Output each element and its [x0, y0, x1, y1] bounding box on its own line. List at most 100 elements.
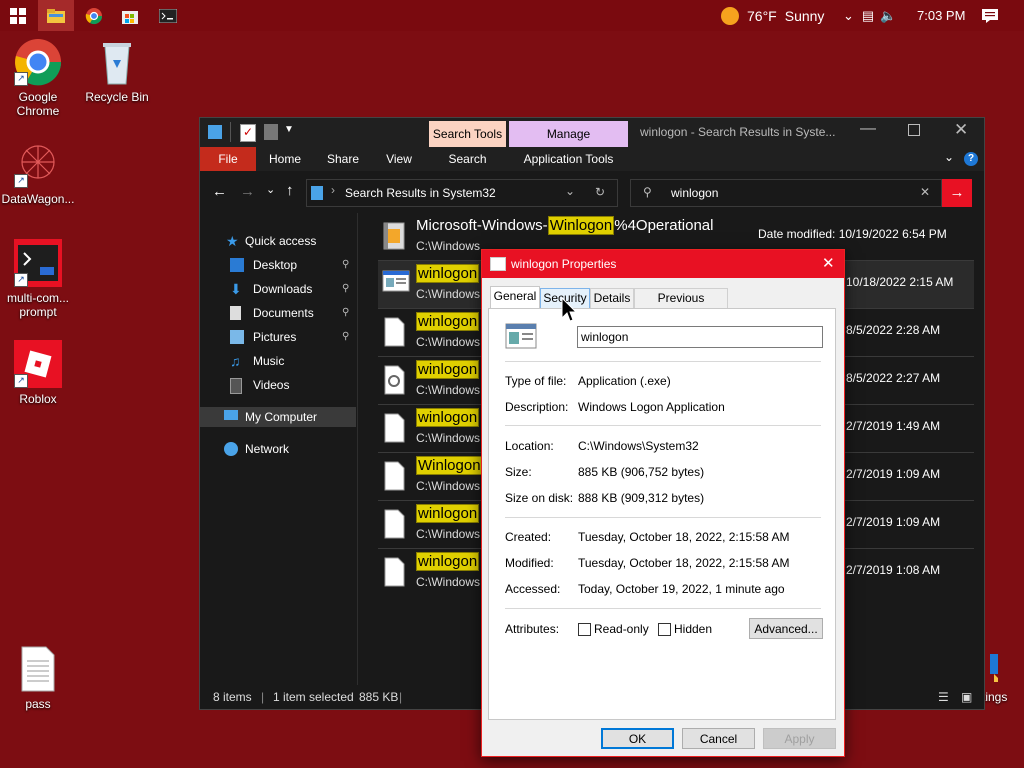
clear-search-icon[interactable]: ✕	[920, 185, 930, 199]
desktop-icon-datawagon[interactable]: ↗ DataWagon...	[0, 140, 76, 206]
readonly-checkbox[interactable]	[578, 623, 591, 636]
pin-icon[interactable]: ⚲	[342, 279, 349, 299]
nav-pictures[interactable]: Pictures ⚲	[200, 327, 356, 347]
help-icon[interactable]: ?	[964, 152, 978, 166]
readonly-label[interactable]: Read-only	[594, 622, 649, 636]
tab-details[interactable]: Details	[590, 288, 634, 308]
store-icon	[122, 10, 138, 24]
size-label: Size:	[505, 465, 532, 479]
search-highlight: Winlogon	[416, 456, 483, 475]
chevron-up-icon[interactable]: ⌄	[843, 8, 854, 24]
maximize-button[interactable]	[908, 124, 920, 136]
tab-manage-context[interactable]: Manage	[509, 121, 628, 147]
notifications-icon[interactable]	[982, 0, 998, 31]
advanced-button[interactable]: Advanced...	[749, 618, 823, 639]
file-name: winlogon	[416, 408, 480, 427]
clock[interactable]: 7:03 PM	[917, 0, 965, 31]
tab-file[interactable]: File	[200, 147, 256, 171]
filename-field[interactable]: winlogon	[577, 326, 823, 348]
tab-view[interactable]: View	[374, 147, 424, 171]
tab-search[interactable]: Search	[429, 147, 506, 171]
nav-videos[interactable]: Videos	[200, 375, 356, 395]
hidden-checkbox[interactable]	[658, 623, 671, 636]
address-bar[interactable]: › Search Results in System32 ⌄ ↻	[306, 179, 618, 207]
chrome-icon: ↗	[14, 38, 62, 86]
desktop-icon-chrome[interactable]: ↗ Google Chrome	[0, 38, 76, 118]
properties-qat-icon[interactable]: ✓	[240, 124, 256, 142]
taskbar-chrome[interactable]	[76, 0, 112, 31]
desktop-icon-roblox[interactable]: ↗ Roblox	[0, 340, 76, 406]
up-arrow-icon[interactable]: ↑	[286, 182, 294, 199]
file-icon	[382, 557, 406, 587]
desktop-icon-multi-command-prompt[interactable]: ↗ multi-com... prompt	[0, 239, 76, 319]
size-value: 885 KB (906,752 bytes)	[578, 465, 705, 479]
nav-my-computer[interactable]: My Computer	[200, 407, 356, 427]
tab-home[interactable]: Home	[260, 147, 310, 171]
tab-search-tools-context[interactable]: Search Tools	[429, 121, 506, 147]
details-view-icon[interactable]: ☰	[938, 685, 949, 709]
taskbar-file-explorer[interactable]	[38, 0, 74, 31]
weather-temp: 76°F	[747, 7, 777, 24]
cancel-button[interactable]: Cancel	[682, 728, 755, 749]
start-button[interactable]	[0, 0, 36, 31]
desktop-icon-recycle-bin[interactable]: Recycle Bin	[79, 38, 155, 104]
accessed-value: Today, October 19, 2022, 1 minute ago	[578, 582, 785, 596]
recent-locations-icon[interactable]: ⌄	[266, 183, 275, 196]
nav-desktop[interactable]: Desktop ⚲	[200, 255, 356, 275]
qat-dropdown-icon[interactable]: ▼	[284, 124, 294, 135]
desktop-icon-label: pass	[25, 697, 51, 711]
hidden-label[interactable]: Hidden	[674, 622, 712, 636]
taskbar-terminal[interactable]	[150, 0, 186, 31]
selected-size: 885 KB	[359, 690, 399, 704]
search-highlight: winlogon	[416, 408, 480, 427]
file-icon	[382, 317, 406, 347]
search-highlight: winlogon	[416, 360, 480, 379]
tab-previous-versions[interactable]: Previous Versions	[634, 288, 728, 324]
close-button[interactable]: ✕	[822, 254, 835, 272]
breadcrumb[interactable]: Search Results in System32	[345, 186, 496, 200]
ok-button[interactable]: OK	[601, 728, 674, 749]
back-arrow-icon[interactable]: ←	[212, 183, 227, 200]
pin-icon[interactable]: ⚲	[342, 255, 349, 275]
nav-quick-access[interactable]: ★ Quick access	[200, 231, 356, 251]
refresh-icon[interactable]: ↻	[595, 185, 605, 199]
nav-music[interactable]: ♫ Music	[200, 351, 356, 371]
attributes-label: Attributes:	[505, 622, 560, 636]
taskbar-store[interactable]	[112, 0, 148, 31]
search-icon: ⚲	[643, 185, 652, 199]
tab-general[interactable]: General	[490, 286, 540, 309]
tab-application-tools[interactable]: Application Tools	[509, 147, 628, 171]
file-icon	[382, 413, 406, 443]
minimize-button[interactable]: —	[860, 120, 876, 138]
date-modified: 2/7/2019 1:09 AM	[846, 515, 941, 529]
sun-icon	[721, 6, 739, 25]
ribbon-collapse-icon[interactable]: ⌄	[944, 150, 954, 164]
file-path: C:\Windows	[416, 479, 481, 493]
forward-arrow-icon[interactable]: →	[240, 183, 255, 200]
new-folder-qat-icon[interactable]	[264, 124, 278, 140]
desktop-icon	[230, 258, 244, 272]
nav-documents[interactable]: Documents ⚲	[200, 303, 356, 323]
desktop-icon-pass[interactable]: pass	[0, 645, 76, 711]
nav-network[interactable]: Network	[200, 439, 356, 459]
address-dropdown-icon[interactable]: ⌄	[565, 184, 575, 198]
search-input[interactable]: winlogon	[671, 186, 718, 200]
pin-icon[interactable]: ⚲	[342, 303, 349, 323]
volume-icon[interactable]: 🔈	[880, 8, 896, 24]
file-name: winlogon	[416, 360, 480, 379]
search-go-button[interactable]: →	[942, 179, 972, 207]
search-box[interactable]: ⚲ winlogon ✕	[630, 179, 942, 207]
network-icon[interactable]: ▤	[862, 8, 874, 24]
large-icons-view-icon[interactable]: ▣	[961, 685, 972, 709]
pin-icon[interactable]: ⚲	[342, 327, 349, 347]
file-path: C:\Windows	[416, 431, 481, 445]
apply-button[interactable]: Apply	[763, 728, 836, 749]
tab-share[interactable]: Share	[318, 147, 368, 171]
mouse-cursor-icon	[561, 297, 577, 322]
close-button[interactable]: ✕	[954, 120, 968, 140]
date-modified: 8/5/2022 2:28 AM	[846, 323, 941, 337]
weather-widget[interactable]: 76°F Sunny	[721, 0, 824, 31]
nav-downloads[interactable]: ⬇ Downloads ⚲	[200, 279, 356, 299]
roblox-icon: ↗	[14, 340, 62, 388]
search-highlight: Winlogon	[547, 216, 615, 235]
